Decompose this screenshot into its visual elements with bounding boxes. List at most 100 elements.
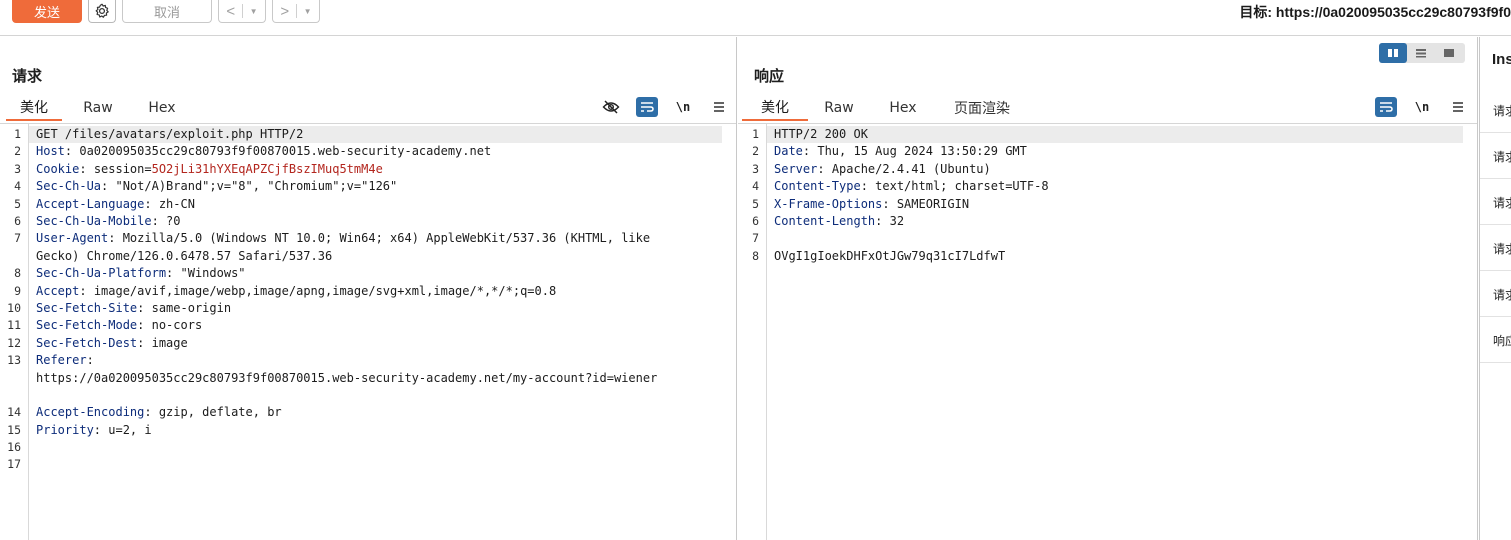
eye-slash-icon	[602, 100, 620, 114]
tab-raw[interactable]: Raw	[814, 95, 864, 121]
request-editor-tools: \n	[586, 95, 730, 119]
response-editor[interactable]: 1 HTTP/2 200 OK 2 Date: Thu, 15 Aug 2024 13…	[738, 123, 1477, 540]
code-line[interactable]: 7 User-Agent: Mozilla/5.0 (Windows NT 10.…	[14, 230, 722, 265]
hide-nonprintable-button[interactable]	[600, 97, 622, 117]
header-separator: :	[93, 422, 109, 437]
code-line[interactable]: 4 Content-Type: text/html; charset=UTF-8	[752, 178, 1463, 195]
code-line[interactable]: 2 Host: 0a020095035cc29c80793f9f00870015.…	[14, 143, 722, 160]
divider	[295, 4, 297, 18]
inspector-item[interactable]: 请求	[1480, 225, 1511, 271]
code-line[interactable]: 13 Referer: https://0a020095035cc29c80793…	[7, 352, 722, 404]
code-text: User-Agent: Mozilla/5.0 (Windows NT 10.0…	[36, 230, 650, 265]
code-text: Date: Thu, 15 Aug 2024 13:50:29 GMT	[774, 143, 1027, 160]
code-text: Host: 0a020095035cc29c80793f9f00870015.w…	[36, 143, 491, 160]
header-name: Accept-Encoding	[36, 405, 145, 420]
code-line[interactable]: 1 HTTP/2 200 OK	[752, 126, 1463, 144]
response-code[interactable]: 1 HTTP/2 200 OK 2 Date: Thu, 15 Aug 2024 13…	[752, 126, 1463, 265]
header-value: https://0a020095035cc29c80793f9f00870015…	[36, 370, 658, 385]
line-number: 2	[14, 144, 21, 159]
line-number: 17	[7, 457, 21, 472]
layout-stacked-button[interactable]	[1407, 43, 1435, 63]
back-button[interactable]: < ▼	[218, 0, 266, 23]
inspector-item[interactable]: 请求	[1480, 179, 1511, 225]
line-number: 2	[752, 144, 759, 159]
layout-tabs-button[interactable]	[1435, 43, 1463, 63]
inspector-item[interactable]: 请求	[1480, 271, 1511, 317]
word-wrap-button[interactable]	[1375, 97, 1397, 117]
toolbar: 发送 取消 < ▼ > ▼ 目标: https://0a020095035cc2…	[0, 0, 1511, 36]
tab-hex[interactable]: Hex	[878, 95, 928, 121]
code-text: Sec-Ch-Ua-Platform: "Windows"	[36, 265, 246, 282]
columns-icon	[1388, 49, 1398, 57]
forward-button[interactable]: > ▼	[272, 0, 320, 23]
wrap-icon	[641, 102, 654, 112]
tab-pretty[interactable]: 美化	[6, 95, 62, 121]
code-line[interactable]: 11 Sec-Fetch-Mode: no-cors	[7, 317, 722, 334]
tab-render[interactable]: 页面渲染	[944, 95, 1020, 121]
request-code[interactable]: 1 GET /files/avatars/exploit.php HTTP/2 2 H…	[7, 126, 722, 474]
header-separator: :	[108, 231, 123, 246]
show-newlines-button[interactable]: \n	[672, 97, 694, 117]
header-name: Sec-Ch-Ua-Mobile	[36, 213, 152, 228]
layout-side-by-side-button[interactable]	[1379, 43, 1407, 63]
code-line[interactable]: 6 Sec-Ch-Ua-Mobile: ?0	[14, 213, 722, 230]
code-line[interactable]: 10 Sec-Fetch-Site: same-origin	[7, 300, 722, 317]
code-line[interactable]: 17	[7, 456, 722, 473]
line-number: 8	[752, 248, 759, 263]
code-line[interactable]: 1 GET /files/avatars/exploit.php HTTP/2	[14, 126, 722, 144]
code-line[interactable]: 15 Priority: u=2, i	[7, 422, 722, 439]
dropdown-arrow-icon[interactable]: ▼	[250, 7, 258, 16]
menu-button[interactable]	[1447, 97, 1469, 117]
code-line[interactable]: 5 X-Frame-Options: SAMEORIGIN	[752, 196, 1463, 213]
header-value: Mozilla/5.0 (Windows NT 10.0; Win64; x64…	[36, 231, 651, 263]
header-value: image/avif,image/webp,image/apng,image/s…	[93, 283, 557, 298]
code-line[interactable]: 3 Cookie: session=5O2jLi31hYXEqAPZCjfBszI…	[14, 161, 722, 178]
inspector-title: Ins	[1492, 51, 1511, 68]
word-wrap-button[interactable]	[636, 97, 658, 117]
line-number: 1	[752, 127, 759, 141]
header-name: Sec-Fetch-Dest	[36, 335, 138, 350]
inspector-item[interactable]: 请求	[1480, 133, 1511, 179]
cancel-button[interactable]: 取消	[122, 0, 212, 23]
wrap-icon	[1380, 102, 1393, 112]
code-line[interactable]: 14 Accept-Encoding: gzip, deflate, br	[7, 404, 722, 421]
target-url[interactable]: 目标: https://0a020095035cc29c80793f9f0	[1239, 2, 1511, 22]
header-name: Priority	[36, 422, 94, 437]
send-button[interactable]: 发送	[12, 0, 82, 23]
tab-pretty[interactable]: 美化	[742, 95, 808, 121]
code-line[interactable]: 12 Sec-Fetch-Dest: image	[7, 335, 722, 352]
request-editor[interactable]: 1 GET /files/avatars/exploit.php HTTP/2 2 H…	[0, 123, 736, 540]
inspector-item[interactable]: 请求	[1480, 87, 1511, 133]
code-line[interactable]: 8 Sec-Ch-Ua-Platform: "Windows"	[14, 265, 722, 282]
code-line[interactable]: 5 Accept-Language: zh-CN	[14, 196, 722, 213]
code-line[interactable]: 4 Sec-Ch-Ua: "Not/A)Brand";v="8", "Chromi…	[14, 178, 722, 195]
code-line[interactable]: 16	[7, 439, 722, 456]
code-text: Accept-Encoding: gzip, deflate, br	[36, 404, 282, 421]
header-name: Accept	[36, 283, 80, 298]
code-line[interactable]: 2 Date: Thu, 15 Aug 2024 13:50:29 GMT	[752, 143, 1463, 160]
show-newlines-button[interactable]: \n	[1411, 97, 1433, 117]
code-line[interactable]: 6 Content-Length: 32	[752, 213, 1463, 230]
header-name: Host	[36, 144, 65, 159]
settings-button[interactable]	[88, 0, 116, 23]
code-line[interactable]: 3 Server: Apache/2.4.41 (Ubuntu)	[752, 161, 1463, 178]
line-number: 1	[14, 127, 21, 141]
tab-hex[interactable]: Hex	[134, 95, 190, 121]
header-separator: :	[166, 266, 181, 281]
divider	[241, 4, 243, 18]
line-number: 13	[7, 353, 21, 368]
header-separator: :	[79, 161, 94, 176]
tab-raw[interactable]: Raw	[70, 95, 126, 121]
code-line[interactable]: 9 Accept: image/avif,image/webp,image/apn…	[14, 283, 722, 300]
hamburger-icon	[1453, 102, 1463, 112]
inspector-item[interactable]: 响应	[1480, 317, 1511, 363]
code-text: Sec-Fetch-Mode: no-cors	[36, 317, 202, 334]
header-separator: :	[860, 179, 876, 194]
code-text: Content-Type: text/html; charset=UTF-8	[774, 178, 1049, 195]
code-line[interactable]: 7	[752, 230, 1463, 247]
dropdown-arrow-icon[interactable]: ▼	[304, 7, 312, 16]
menu-button[interactable]	[708, 97, 730, 117]
line-number: 14	[7, 405, 21, 420]
header-value: gzip, deflate, br	[158, 405, 282, 420]
code-line[interactable]: 8 OVgI1gIoekDHFxOtJGw79q31cI7LdfwT	[752, 248, 1463, 265]
